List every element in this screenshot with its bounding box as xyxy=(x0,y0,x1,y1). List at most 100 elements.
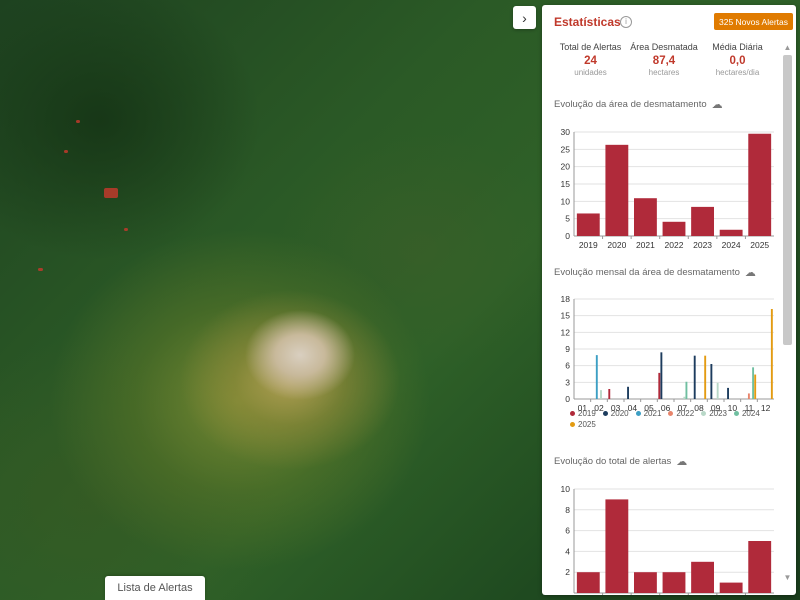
bar xyxy=(704,355,707,399)
x-tick-label: 2024 xyxy=(722,240,741,250)
bar xyxy=(660,352,663,399)
new-alerts-badge[interactable]: 325 Novos Alertas xyxy=(714,13,793,30)
monthly-chart-legend: 2019 2020 2021 2022 2023 2024 2025 xyxy=(570,409,782,429)
legend-item[interactable]: 2025 xyxy=(570,420,596,429)
cloud-download-icon[interactable]: ☁ xyxy=(712,98,723,111)
y-tick-label: 0 xyxy=(565,231,570,241)
bar xyxy=(634,572,657,593)
x-tick-label: 2025 xyxy=(750,240,769,250)
bar xyxy=(685,381,688,399)
bar xyxy=(683,396,686,399)
bar xyxy=(576,213,600,236)
y-tick-label: 10 xyxy=(561,196,571,206)
alerts-list-tab-label: Lista de Alertas xyxy=(117,582,193,594)
alert-marker[interactable] xyxy=(104,188,118,198)
x-tick-label: 2022 xyxy=(665,240,684,250)
scrollbar-thumb[interactable] xyxy=(783,55,792,345)
alert-marker[interactable] xyxy=(38,268,43,271)
legend-item[interactable]: 2022 xyxy=(668,409,694,418)
legend-swatch xyxy=(733,411,739,416)
legend-label: 2024 xyxy=(741,409,760,418)
legend-item[interactable]: 2021 xyxy=(635,409,661,418)
chevron-right-icon: › xyxy=(522,9,527,26)
bar xyxy=(634,198,657,236)
cloud-download-icon[interactable]: ☁ xyxy=(676,455,687,468)
expand-panel-button[interactable]: › xyxy=(513,6,536,29)
panel-scrollbar[interactable]: ▲ ▼ xyxy=(782,43,793,595)
stat-deforested-area: Área Desmatada 87,4 hectares xyxy=(628,42,701,77)
bar xyxy=(748,133,772,236)
y-tick-label: 18 xyxy=(561,294,571,304)
legend-item[interactable]: 2019 xyxy=(570,409,596,418)
bar xyxy=(716,382,719,399)
x-tick-label: 2023 xyxy=(693,240,712,250)
legend-label: 2020 xyxy=(610,409,629,418)
legend-swatch xyxy=(635,411,641,416)
stat-total-alerts: Total de Alertas 24 unidades xyxy=(554,42,627,77)
bar xyxy=(719,582,743,593)
scroll-down-icon[interactable]: ▼ xyxy=(782,573,793,582)
bar xyxy=(727,387,729,399)
bar xyxy=(752,367,755,399)
bar xyxy=(662,572,686,593)
alert-marker[interactable] xyxy=(76,120,80,123)
y-tick-label: 9 xyxy=(565,344,570,354)
bar xyxy=(710,364,713,399)
bar xyxy=(608,389,611,399)
bar xyxy=(600,390,602,399)
stat-daily-average: Média Diária 0,0 hectares/dia xyxy=(701,42,774,77)
annual-area-chart: 0510152025302019 2020 2021 2022 2023 2024 2025 xyxy=(561,127,774,250)
chart-title-text: Evolução mensal da área de desmatamento xyxy=(554,267,740,279)
legend-label: 2022 xyxy=(676,409,695,418)
info-icon[interactable]: i xyxy=(620,16,632,28)
stat-label: Total de Alertas xyxy=(559,42,622,52)
bar xyxy=(658,372,661,399)
chart-title-total-alerts: Evolução do total de alertas ☁ xyxy=(554,455,687,468)
x-tick-label: 2020 xyxy=(607,240,626,250)
bar xyxy=(605,144,629,236)
y-tick-label: 20 xyxy=(561,162,571,172)
legend-label: 2025 xyxy=(578,420,596,429)
bar xyxy=(693,355,696,399)
legend-item[interactable]: 2024 xyxy=(733,409,760,418)
stat-unit: hectares xyxy=(648,68,680,77)
legend-swatch xyxy=(668,411,674,416)
bar xyxy=(662,221,686,236)
legend-item[interactable]: 2023 xyxy=(701,409,727,418)
scroll-up-icon[interactable]: ▲ xyxy=(782,43,793,52)
y-tick-label: 3 xyxy=(565,377,570,387)
bar xyxy=(627,386,629,399)
chart-title-text: Evolução da área de desmatamento xyxy=(554,99,707,111)
y-tick-label: 10 xyxy=(561,484,571,494)
bar xyxy=(595,355,598,399)
alert-marker[interactable] xyxy=(124,228,128,231)
stat-value: 87,4 xyxy=(652,55,676,67)
stat-unit: unidades xyxy=(574,68,607,77)
y-tick-label: 12 xyxy=(561,327,571,337)
panel-title: Estatísticas xyxy=(554,15,621,29)
stat-label: Área Desmatada xyxy=(630,42,698,52)
legend-swatch xyxy=(701,411,707,416)
bar xyxy=(719,229,743,236)
legend-swatch xyxy=(602,411,608,416)
legend-item[interactable]: 2020 xyxy=(602,409,629,418)
bar xyxy=(748,541,772,593)
y-tick-label: 6 xyxy=(565,526,570,536)
y-tick-label: 5 xyxy=(565,214,570,224)
y-tick-label: 2 xyxy=(565,567,570,577)
stat-value: 24 xyxy=(584,55,597,67)
total-alerts-chart: 2 4 6 8 10 xyxy=(561,484,774,595)
monthly-area-chart: 036912151801 02 03 04 05 06 07 08 09 10 11 12 xyxy=(561,294,774,413)
cloud-download-icon[interactable]: ☁ xyxy=(745,266,756,279)
bar xyxy=(754,374,757,399)
chart-title-text: Evolução do total de alertas xyxy=(554,456,672,468)
y-tick-label: 8 xyxy=(565,505,570,515)
alerts-list-tab[interactable]: Lista de Alertas xyxy=(105,576,205,600)
y-tick-label: 15 xyxy=(561,311,571,321)
bar xyxy=(576,572,600,593)
stats-summary: Total de Alertas 24 unidades Área Desmat… xyxy=(554,42,774,77)
bar xyxy=(770,309,773,399)
chart-title-monthly-area: Evolução mensal da área de desmatamento ☁ xyxy=(554,266,756,279)
legend-label: 2023 xyxy=(709,409,727,418)
alert-marker[interactable] xyxy=(64,150,68,153)
